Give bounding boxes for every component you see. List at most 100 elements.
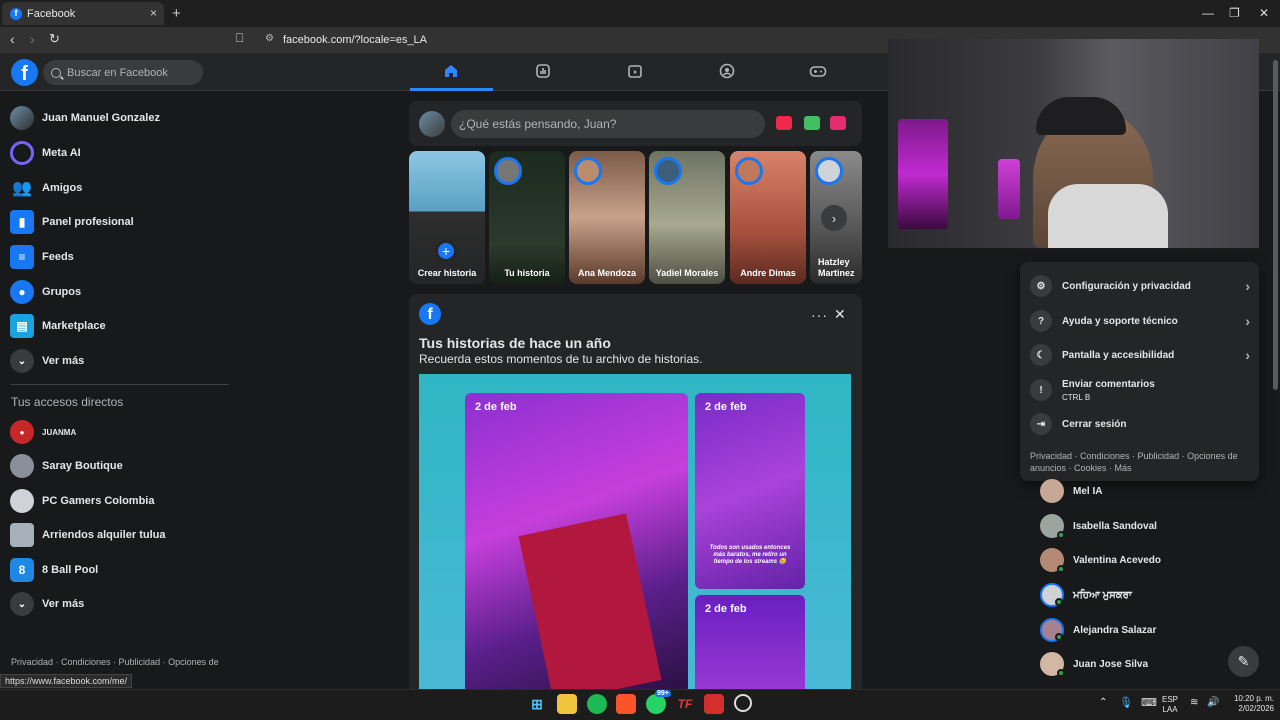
anydesk-icon[interactable] [704,694,724,714]
keyboard-layout: LAA [1162,705,1178,714]
sidebar-item-profile[interactable]: Juan Manuel Gonzalez [10,102,160,134]
menu-item-label: Pantalla y accesibilidad [1062,349,1175,361]
minimize-icon[interactable]: — [1202,6,1214,20]
contact-item[interactable]: Isabella Sandoval [1040,513,1157,539]
sidebar-item-meta-ai[interactable]: Meta AI [10,137,81,169]
story-card[interactable]: Andre Dimas [730,151,806,284]
new-message-icon[interactable]: ✎ [1228,646,1259,677]
volume-icon[interactable]: 🔊 [1207,698,1219,708]
language-code: ESP [1162,695,1179,704]
gaming-icon[interactable] [809,62,827,80]
more-options-icon[interactable]: ··· [811,307,828,323]
story-card[interactable]: Yadiel Morales [649,151,725,284]
contact-item[interactable]: Alejandra Salazar [1040,617,1156,643]
help-icon: ? [1030,310,1052,332]
wifi-icon[interactable]: ≋ [1190,698,1198,708]
close-icon[interactable]: ✕ [834,306,846,323]
contact-avatar [1040,618,1064,642]
video-icon[interactable] [626,62,644,80]
sidebar-see-more[interactable]: ⌄ Ver más [10,345,84,377]
menu-item-feedback[interactable]: ! Enviar comentarios CTRL B [1030,375,1250,405]
composer-avatar[interactable] [419,111,445,137]
shortcut-avatar: ● [10,420,34,444]
menu-footer-links[interactable]: Privacidad · Condiciones · Publicidad · … [1030,450,1245,474]
tray-expand-icon[interactable]: ⌃ [1099,698,1107,708]
contact-item[interactable]: ਮਹਿਆ ਮੁਸਕਰਾ [1040,582,1132,608]
obs-icon[interactable] [734,694,752,712]
windows-taskbar [0,689,1280,720]
sidebar-item-friends[interactable]: 👥 Amigos [10,172,82,204]
contact-name: Alejandra Salazar [1073,624,1157,636]
bookmark-icon[interactable]: ⎕ [236,31,243,46]
story-card[interactable]: Ana Mendoza [569,151,645,284]
tab-close-icon[interactable]: × [150,6,157,20]
contact-item[interactable]: Mel IA [1040,478,1102,504]
sidebar-item-feeds[interactable]: ≡ Feeds [10,241,74,273]
story-label: Tu historia [504,268,550,278]
sidebar-item-label: Ver más [42,355,85,367]
spotify-icon[interactable] [587,694,607,714]
groups-icon[interactable] [718,62,736,80]
memory-photo[interactable]: 2 de feb [695,595,805,695]
live-video-icon[interactable] [776,116,792,130]
address-bar[interactable]: ⚙ facebook.com/?locale=es_LA [257,30,885,50]
memory-caption: Todos son usados entonces más baratos, m… [709,545,791,565]
brave-browser-icon[interactable] [616,694,636,714]
story-label: Yadiel Morales [655,268,719,278]
menu-item-display[interactable]: ☾ Pantalla y accesibilidad › [1030,340,1250,370]
facebook-logo-icon[interactable]: f [11,59,38,86]
shortcut-item[interactable]: Arriendos alquiler tulua [10,519,165,551]
sidebar-item-groups[interactable]: ● Grupos [10,276,81,308]
new-tab-button[interactable]: + [172,5,181,22]
window-close-icon[interactable]: ✕ [1259,6,1269,20]
sidebar-item-label: Marketplace [42,320,106,332]
shortcut-item[interactable]: 8 8 Ball Pool [10,554,98,586]
contact-item[interactable]: Juan Jose Silva [1040,651,1148,677]
menu-item-help[interactable]: ? Ayuda y soporte técnico › [1030,306,1250,336]
windows-start-icon[interactable]: ⊞ [527,694,547,714]
language-indicator[interactable]: ESP LAA [1162,695,1178,715]
menu-item-settings[interactable]: ⚙ Configuración y privacidad › [1030,271,1250,301]
composer-input[interactable]: ¿Qué estás pensando, Juan? [451,110,765,138]
shortcut-item[interactable]: ● JUANMA [10,416,76,448]
photo-video-icon[interactable] [804,116,820,130]
story-create[interactable]: + Crear historia [409,151,485,284]
memory-photo[interactable]: 2 de feb Todos son usados entonces más b… [695,393,805,589]
file-explorer-icon[interactable] [557,694,577,714]
browser-tab[interactable]: f Facebook × [2,2,164,25]
memory-photo[interactable]: 2 de feb [465,393,688,693]
back-icon[interactable]: ‹ [10,31,15,47]
reload-icon[interactable]: ↻ [49,31,60,47]
menu-item-label: Cerrar sesión [1062,418,1127,430]
whatsapp-icon[interactable]: 99+ [646,690,671,714]
shortcuts-see-more[interactable]: ⌄ Ver más [10,588,84,620]
friends-icon: 👥 [12,180,32,197]
story-card[interactable]: Tu historia [489,151,565,284]
sidebar-item-dashboard[interactable]: ▮ Panel profesional [10,206,134,238]
keyboard-icon[interactable]: ⌨ [1141,698,1157,709]
tf-app-icon[interactable]: TF [675,694,695,714]
contact-item[interactable]: Valentina Acevedo [1040,547,1161,573]
search-input[interactable]: Buscar en Facebook [43,60,203,85]
reel-icon[interactable] [830,116,846,130]
home-icon[interactable] [442,62,460,80]
meta-ai-icon [10,141,34,165]
memories-gallery[interactable]: 2 de feb 2 de feb Todos son usados enton… [419,374,851,695]
online-indicator [1057,531,1065,539]
sidebar-footer-links[interactable]: Privacidad · Condiciones · Publicidad · … [11,656,231,670]
shortcut-item[interactable]: Saray Boutique [10,450,123,482]
sidebar-item-label: Amigos [42,182,83,194]
scrollbar[interactable] [1273,60,1278,390]
clock[interactable]: 10:20 p. m. 2/02/2026 [1224,694,1274,714]
site-info-icon[interactable]: ⚙ [265,33,274,44]
dashboard-icon[interactable] [534,62,552,80]
forward-icon[interactable]: › [30,31,35,47]
sidebar-item-marketplace[interactable]: ▤ Marketplace [10,310,106,342]
chevron-right-icon[interactable]: › [821,205,847,231]
shortcut-item[interactable]: PC Gamers Colombia [10,485,154,517]
restore-icon[interactable]: ❐ [1229,6,1240,20]
menu-item-logout[interactable]: ⇥ Cerrar sesión [1030,409,1250,439]
microphone-icon[interactable]: 🎙 [1119,698,1133,709]
status-url: https://www.facebook.com/me/ [0,674,133,688]
groups-icon: ● [10,280,34,304]
